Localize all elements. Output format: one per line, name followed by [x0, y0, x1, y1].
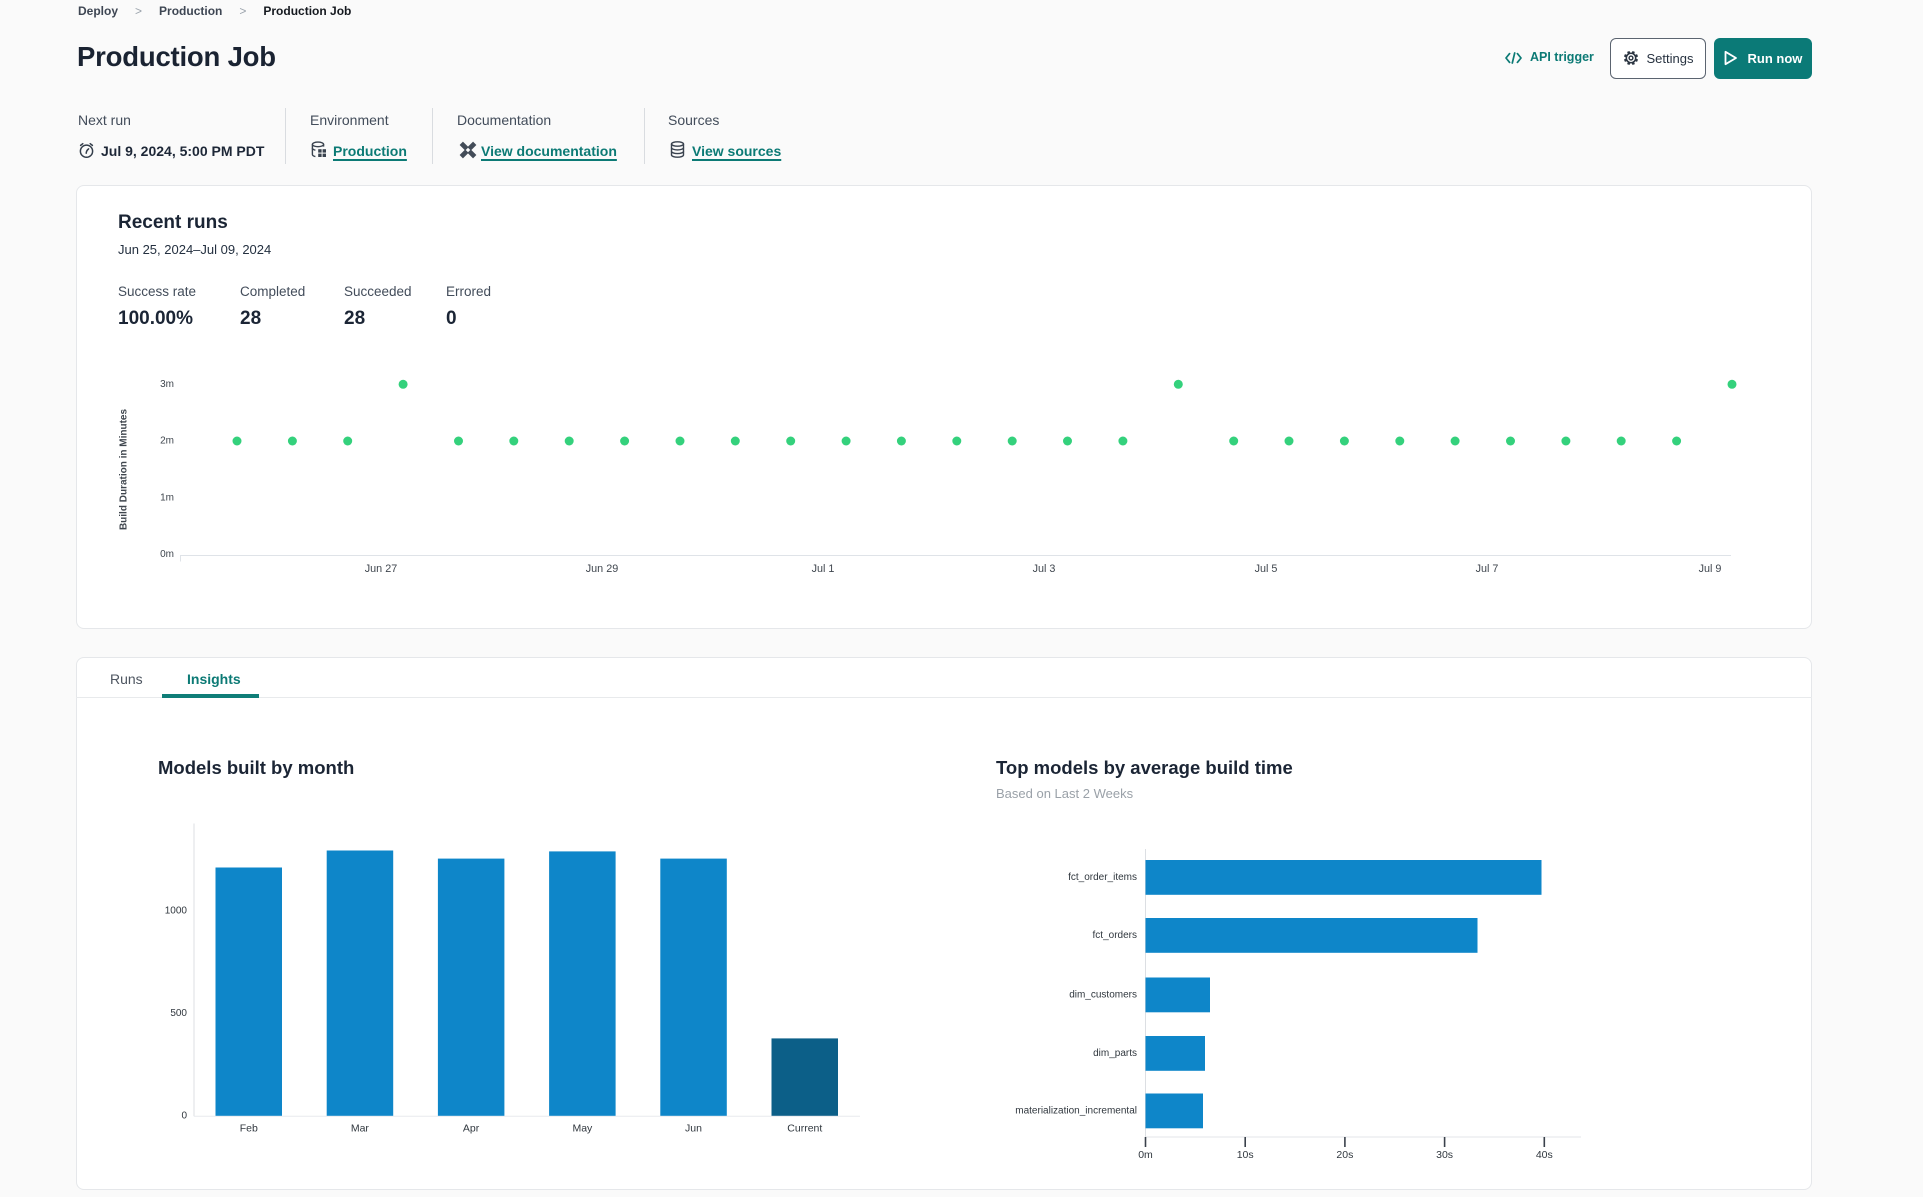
svg-text:1000: 1000 [165, 906, 188, 917]
svg-text:20s: 20s [1336, 1149, 1353, 1161]
svg-text:500: 500 [170, 1008, 187, 1019]
svg-text:10s: 10s [1237, 1149, 1254, 1161]
svg-text:Mar: Mar [351, 1123, 370, 1135]
svg-text:0: 0 [181, 1110, 187, 1121]
svg-text:30s: 30s [1436, 1149, 1453, 1161]
svg-text:Feb: Feb [240, 1123, 258, 1135]
svg-text:40s: 40s [1536, 1149, 1553, 1161]
svg-text:materialization_incremental: materialization_incremental [1015, 1105, 1137, 1116]
svg-text:fct_order_items: fct_order_items [1068, 872, 1137, 883]
svg-text:Current: Current [787, 1123, 822, 1135]
svg-text:Jun: Jun [685, 1123, 702, 1135]
svg-text:Apr: Apr [463, 1123, 480, 1135]
svg-text:dim_customers: dim_customers [1069, 989, 1137, 1000]
svg-text:May: May [572, 1123, 593, 1135]
svg-text:0m: 0m [1138, 1149, 1153, 1161]
svg-text:fct_orders: fct_orders [1093, 930, 1137, 941]
svg-text:dim_parts: dim_parts [1093, 1048, 1137, 1059]
